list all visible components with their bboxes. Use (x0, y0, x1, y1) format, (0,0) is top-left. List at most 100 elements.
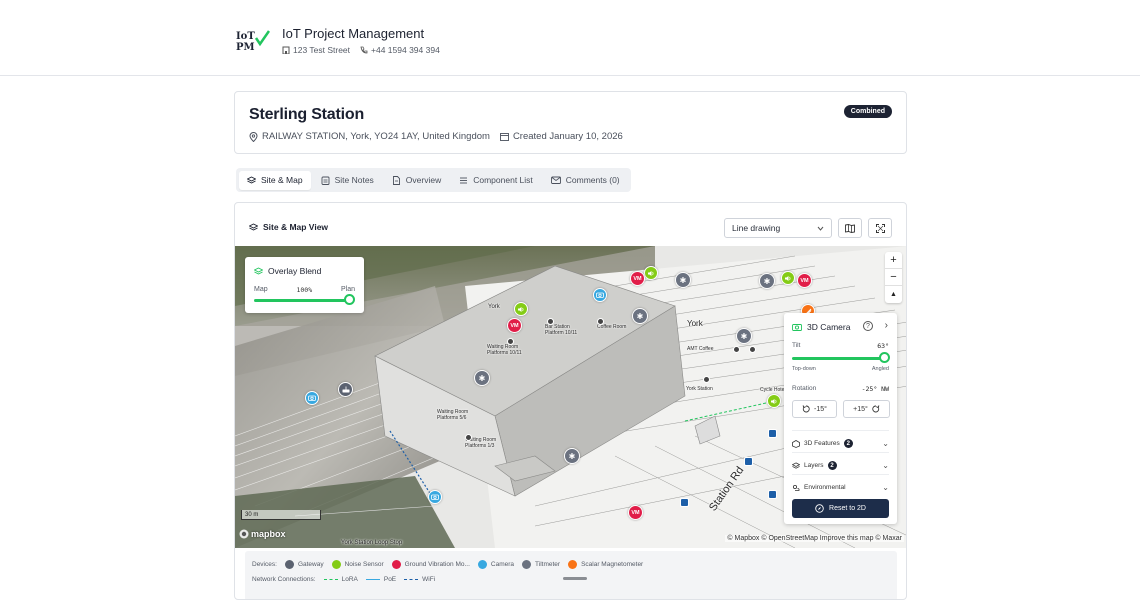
noise-sensor-icon (331, 560, 341, 569)
poi-marker (507, 338, 514, 345)
legend-poe-label: PoE (383, 576, 397, 583)
tilt-row: Tilt 63° (792, 342, 889, 350)
speaker-icon (785, 275, 791, 281)
vibration-monitor-marker[interactable]: VM (628, 505, 643, 520)
map-book-button[interactable] (838, 218, 862, 238)
zoom-in-button[interactable]: + (885, 252, 902, 269)
tilt-icon: ✱ (478, 373, 486, 383)
relay-node-marker[interactable] (744, 457, 753, 466)
document-icon (392, 175, 400, 185)
mapbox-logo[interactable]: mapbox (239, 529, 286, 539)
legend-gateway-label: Gateway (297, 561, 324, 568)
label-coffee: Coffee Room (597, 324, 627, 330)
legend-scalar-magnetometer-label: Scalar Magnetometer (581, 561, 644, 568)
overlay-blend-slider-thumb[interactable] (343, 294, 355, 305)
tilt-value: 63° (877, 342, 889, 350)
camera-marker[interactable] (305, 391, 319, 405)
environmental-section[interactable]: Environmental ⌄ (792, 474, 889, 494)
overlay-blend-value: 100% (296, 286, 313, 294)
vibration-monitor-marker[interactable]: VM (507, 318, 522, 333)
tilt-slider-track[interactable] (792, 357, 884, 360)
app-meta: 123 Test Street +44 1594 394 394 (282, 45, 440, 55)
tab-site-notes[interactable]: Site Notes (313, 171, 382, 190)
tab-overview[interactable]: Overview (384, 171, 449, 190)
relay-node-marker[interactable] (768, 429, 777, 438)
site-tabs: Site & Map Site Notes Overview Component… (236, 168, 631, 192)
relay-node-marker[interactable] (680, 498, 689, 507)
layers-section[interactable]: Layers 2 ⌄ (792, 452, 889, 472)
tiltmeter-marker[interactable]: ✱ (675, 272, 691, 288)
map-style-value: Line drawing (732, 223, 781, 233)
legend-tiltmeter: Tiltmeter (522, 560, 560, 569)
tab-label: Site & Map (261, 175, 303, 185)
compass-button[interactable]: ▲ (885, 286, 902, 303)
rotate-left-button[interactable]: -15° (792, 400, 837, 418)
overlay-blend-slider-track[interactable] (254, 299, 349, 302)
gateway-marker[interactable] (338, 382, 353, 397)
map-style-select[interactable]: Line drawing (724, 218, 832, 238)
tiltmeter-marker[interactable]: ✱ (564, 448, 580, 464)
fullscreen-button[interactable] (868, 218, 892, 238)
svg-text:PM: PM (236, 42, 255, 51)
mapbox-logo-text: mapbox (251, 529, 286, 539)
legend-poe: PoE (365, 576, 397, 583)
3d-features-count: 2 (843, 439, 853, 448)
label-platform-910: Waiting Room Platforms 10/11 (487, 344, 522, 356)
tiltmeter-marker[interactable]: ✱ (474, 370, 490, 386)
label-loop-stop: York Station Loop Stop (341, 540, 403, 546)
map-attribution[interactable]: © Mapbox © OpenStreetMap Improve this ma… (725, 535, 904, 542)
label-york-large: York (687, 319, 703, 328)
phone-icon (360, 46, 368, 54)
noise-sensor-marker[interactable] (644, 266, 658, 280)
legend-scalar-magnetometer: Scalar Magnetometer (568, 560, 643, 569)
site-created: Created January 10, 2026 (499, 131, 623, 142)
tiltmeter-marker[interactable]: ✱ (632, 308, 648, 324)
calendar-icon (499, 133, 509, 141)
cube-icon (792, 439, 800, 448)
speaker-icon (518, 306, 524, 312)
app-header: IoT PM IoT Project Management 123 Test S… (0, 0, 1140, 76)
relay-node-marker[interactable] (768, 490, 777, 499)
tiltmeter-marker[interactable]: ✱ (759, 273, 775, 289)
rotate-left-label: -15° (814, 405, 827, 413)
noise-sensor-marker[interactable] (781, 271, 795, 285)
chevron-right-icon[interactable]: › (885, 320, 888, 331)
tab-component-list[interactable]: Component List (451, 171, 541, 190)
label-bar-platform: Bar Station Platform 10/11 (545, 324, 578, 336)
reset-to-2d-button[interactable]: Reset to 2D (792, 499, 889, 518)
rotate-right-button[interactable]: +15° (843, 400, 890, 418)
zoom-out-button[interactable]: − (885, 269, 902, 286)
legend-tiltmeter-label: Tiltmeter (535, 561, 561, 568)
camera-icon (792, 324, 802, 331)
site-location: RAILWAY STATION, York, YO24 1AY, United … (249, 131, 490, 142)
noise-sensor-marker[interactable] (767, 394, 781, 408)
help-icon[interactable]: ? (863, 321, 873, 331)
legend-noise-sensor: Noise Sensor (331, 560, 384, 569)
poi-marker (703, 376, 710, 383)
camera-marker[interactable] (428, 490, 442, 504)
tilt-icon: ✱ (763, 276, 771, 286)
phone: +44 1594 394 394 (360, 45, 440, 55)
vibration-monitor-icon (391, 560, 401, 569)
vibration-monitor-marker[interactable]: VM (630, 271, 645, 286)
map-canvas[interactable]: York Bar Station Platform 10/11 Coffee R… (235, 246, 906, 548)
vibration-monitor-marker[interactable]: VM (797, 273, 812, 288)
camera-icon (596, 292, 604, 298)
legend-drag-handle[interactable] (563, 577, 587, 580)
overlay-plan-label: Plan (340, 286, 355, 293)
overlay-blend-title-text: Overlay Blend (268, 266, 322, 276)
tab-comments[interactable]: Comments (0) (543, 171, 628, 190)
tab-site-map[interactable]: Site & Map (239, 170, 311, 190)
tiltmeter-marker[interactable]: ✱ (736, 328, 752, 344)
site-meta: RAILWAY STATION, York, YO24 1AY, United … (249, 131, 623, 142)
legend-wifi: WiFi (404, 576, 435, 583)
noise-sensor-marker[interactable] (514, 302, 528, 316)
notes-icon (321, 176, 330, 185)
overlay-map-label: Map (254, 286, 268, 293)
rotation-row: Rotation -25° NW (792, 385, 889, 393)
3d-features-section[interactable]: 3D Features 2 ⌄ (792, 430, 889, 450)
tilt-slider-thumb[interactable] (878, 352, 890, 363)
camera-marker[interactable] (593, 288, 607, 302)
poi-marker (465, 434, 472, 441)
tilt-label: Tilt (792, 342, 801, 349)
